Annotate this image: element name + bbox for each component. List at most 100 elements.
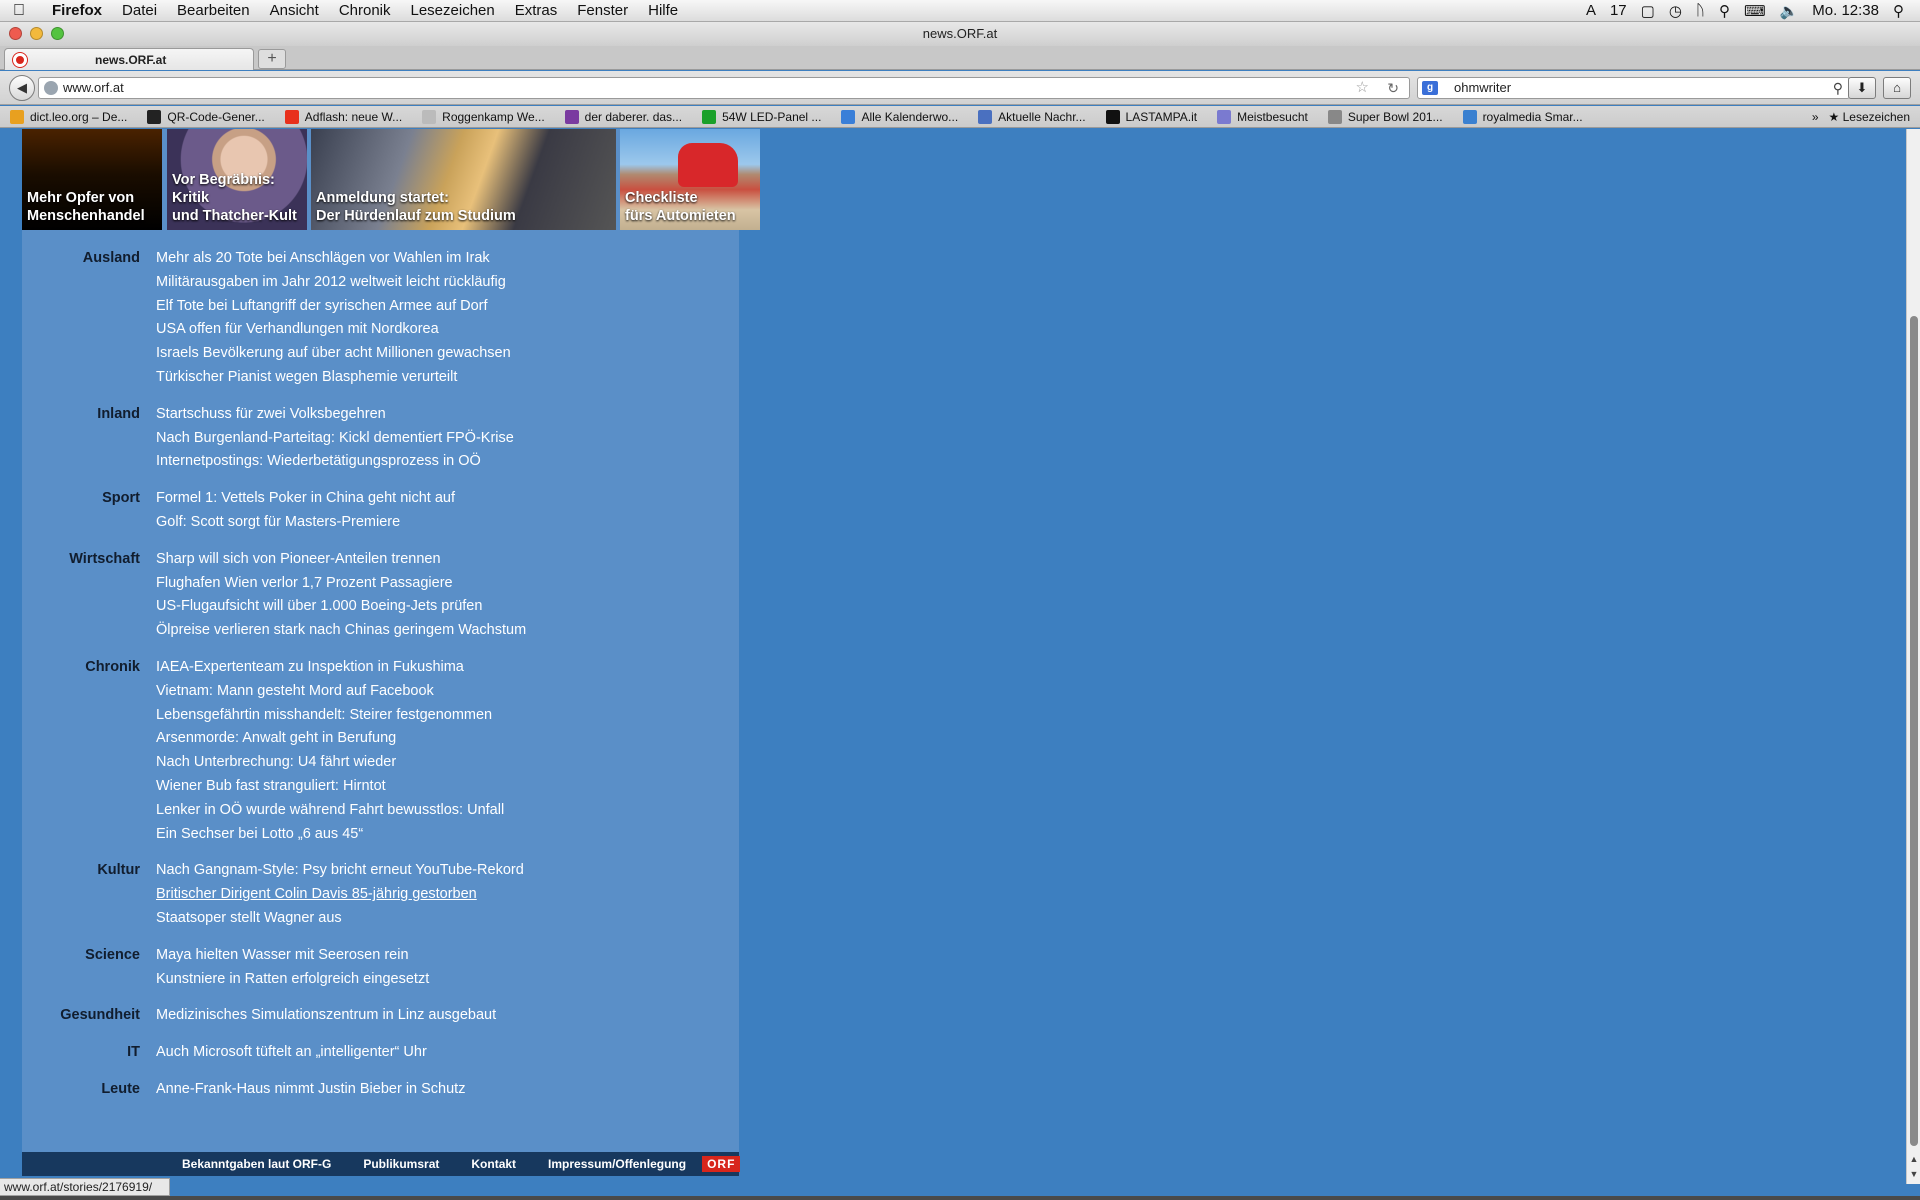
headline-link[interactable]: Staatsoper stellt Wagner aus [156, 907, 739, 931]
menu-fenster[interactable]: Fenster [567, 0, 638, 22]
close-window-button[interactable] [9, 27, 22, 40]
search-bar[interactable]: g ohmwriter ⚲ [1417, 77, 1850, 99]
adobe-icon[interactable]: A [1586, 2, 1596, 19]
bookmark-star-icon[interactable]: ☆ [1356, 78, 1369, 98]
section-label[interactable]: Kultur [22, 859, 156, 930]
headline-link[interactable]: IAEA-Expertenteam zu Inspektion in Fukus… [156, 656, 739, 680]
headline-link[interactable]: Britischer Dirigent Colin Davis 85-jähri… [156, 883, 739, 907]
search-icon[interactable]: ⚲ [1833, 78, 1843, 98]
headline-link[interactable]: Elf Tote bei Luftangriff der syrischen A… [156, 295, 739, 319]
bookmark-item[interactable]: Adflash: neue W... [275, 109, 412, 124]
bookmark-item[interactable]: der daberer. das... [555, 109, 692, 124]
bluetooth-icon[interactable]: ᚢ [1696, 2, 1705, 19]
headline-link[interactable]: Maya hielten Wasser mit Seerosen rein [156, 944, 739, 968]
headline-link[interactable]: Ein Sechser bei Lotto „6 aus 45“ [156, 823, 739, 847]
menu-hilfe[interactable]: Hilfe [638, 0, 688, 22]
headline-link[interactable]: Nach Gangnam-Style: Psy bricht erneut Yo… [156, 859, 739, 883]
footer-link-impressum[interactable]: Impressum/Offenlegung [532, 1157, 702, 1171]
section-label[interactable]: Gesundheit [22, 1004, 156, 1028]
headline-link[interactable]: Israels Bevölkerung auf über acht Millio… [156, 342, 739, 366]
section-label[interactable]: Leute [22, 1078, 156, 1102]
section-label[interactable]: Science [22, 944, 156, 992]
bookmark-item[interactable]: Aktuelle Nachr... [968, 109, 1095, 124]
vertical-scrollbar[interactable]: ▲ ▼ [1906, 129, 1920, 1184]
headline-link[interactable]: Nach Burgenland-Parteitag: Kickl dementi… [156, 427, 739, 451]
bookmark-item[interactable]: LASTAMPA.it [1096, 109, 1208, 124]
url-bar[interactable]: www.orf.at ☆ ↻ [38, 77, 1410, 99]
scroll-down-arrow-icon[interactable]: ▼ [1908, 1169, 1920, 1183]
reload-icon[interactable]: ↻ [1387, 78, 1399, 98]
headline-link[interactable]: Türkischer Pianist wegen Blasphemie veru… [156, 366, 739, 390]
back-button[interactable]: ◀ [9, 75, 35, 101]
home-button[interactable]: ⌂ [1883, 77, 1911, 99]
site-identity-icon[interactable] [44, 81, 58, 95]
search-input[interactable]: ohmwriter [1454, 80, 1511, 95]
bookmark-item[interactable]: dict.leo.org – De... [0, 109, 137, 124]
headline-link[interactable]: Golf: Scott sorgt für Masters-Premiere [156, 511, 739, 535]
teaser-thatcher[interactable]: Vor Begräbnis: Kritik und Thatcher-Kult [167, 129, 307, 230]
headline-link[interactable]: Vietnam: Mann gesteht Mord auf Facebook [156, 680, 739, 704]
headline-link[interactable]: Ölpreise verlieren stark nach Chinas ger… [156, 619, 739, 643]
bookmark-item[interactable]: Super Bowl 201... [1318, 109, 1453, 124]
footer-link-publikumsrat[interactable]: Publikumsrat [347, 1157, 455, 1171]
tab-news-orf[interactable]: news.ORF.at [4, 48, 254, 70]
menu-datei[interactable]: Datei [112, 0, 167, 22]
apple-icon[interactable]:  [0, 2, 38, 20]
menu-app-firefox[interactable]: Firefox [38, 0, 112, 22]
headline-link[interactable]: Kunstniere in Ratten erfolgreich eingese… [156, 968, 739, 992]
time-machine-icon[interactable]: ◷ [1669, 2, 1682, 20]
bookmark-item[interactable]: 54W LED-Panel ... [692, 109, 831, 124]
headline-link[interactable]: Auch Microsoft tüftelt an „intelligenter… [156, 1041, 739, 1065]
section-label[interactable]: Ausland [22, 247, 156, 390]
downloads-button[interactable]: ⬇ [1848, 77, 1876, 99]
scrollbar-thumb[interactable] [1910, 316, 1918, 1146]
headline-link[interactable]: Medizinisches Simulationszentrum in Linz… [156, 1004, 739, 1028]
wifi-icon[interactable]: ⚲ [1719, 2, 1730, 20]
minimize-window-button[interactable] [30, 27, 43, 40]
headline-link[interactable]: Mehr als 20 Tote bei Anschlägen vor Wahl… [156, 247, 739, 271]
bookmarks-folder-button[interactable]: ★ Lesezeichen [1829, 110, 1911, 124]
section-label[interactable]: IT [22, 1041, 156, 1065]
headline-link[interactable]: US-Flugaufsicht will über 1.000 Boeing-J… [156, 595, 739, 619]
headline-link[interactable]: Anne-Frank-Haus nimmt Justin Bieber in S… [156, 1078, 739, 1102]
bookmark-item[interactable]: Alle Kalenderwo... [831, 109, 968, 124]
headline-link[interactable]: Internetpostings: Wiederbetätigungsproze… [156, 450, 739, 474]
headline-link[interactable]: Sharp will sich von Pioneer-Anteilen tre… [156, 548, 739, 572]
bookmark-item[interactable]: royalmedia Smar... [1453, 109, 1593, 124]
headline-link[interactable]: Formel 1: Vettels Poker in China geht ni… [156, 487, 739, 511]
section-label[interactable]: Inland [22, 403, 156, 474]
spotlight-icon[interactable]: ⚲ [1893, 2, 1904, 20]
bookmark-item[interactable]: Roggenkamp We... [412, 109, 555, 124]
headline-link[interactable]: Lebensgefährtin misshandelt: Steirer fes… [156, 704, 739, 728]
headline-link[interactable]: Nach Unterbrechung: U4 fährt wieder [156, 751, 739, 775]
bookmark-item[interactable]: QR-Code-Gener... [137, 109, 274, 124]
new-tab-button[interactable]: + [258, 49, 286, 69]
menu-lesezeichen[interactable]: Lesezeichen [401, 0, 505, 22]
headline-link[interactable]: Wiener Bub fast stranguliert: Hirntot [156, 775, 739, 799]
clock[interactable]: Mo. 12:38 [1812, 2, 1879, 19]
zoom-window-button[interactable] [51, 27, 64, 40]
menu-bearbeiten[interactable]: Bearbeiten [167, 0, 260, 22]
menu-chronik[interactable]: Chronik [329, 0, 401, 22]
volume-icon[interactable]: 🔈 [1780, 2, 1799, 20]
headline-link[interactable]: Flughafen Wien verlor 1,7 Prozent Passag… [156, 572, 739, 596]
headline-link[interactable]: USA offen für Verhandlungen mit Nordkore… [156, 318, 739, 342]
section-label[interactable]: Sport [22, 487, 156, 535]
section-label[interactable]: Chronik [22, 656, 156, 846]
display-icon[interactable]: ▢ [1641, 2, 1655, 20]
scroll-up-arrow-icon[interactable]: ▲ [1908, 1154, 1920, 1168]
menu-extras[interactable]: Extras [505, 0, 568, 22]
headline-link[interactable]: Lenker in OÖ wurde während Fahrt bewusst… [156, 799, 739, 823]
footer-link-kontakt[interactable]: Kontakt [455, 1157, 532, 1171]
section-label[interactable]: Wirtschaft [22, 548, 156, 643]
bookmarks-overflow-button[interactable]: » [1812, 110, 1819, 124]
bookmark-item[interactable]: Meistbesucht [1207, 109, 1318, 124]
teaser-automieten[interactable]: Checkliste fürs Automieten [620, 129, 760, 230]
orf-logo[interactable]: ORF [702, 1156, 741, 1172]
headline-link[interactable]: Arsenmorde: Anwalt geht in Berufung [156, 727, 739, 751]
teaser-menschenhandel[interactable]: Mehr Opfer von Menschenhandel [22, 129, 162, 230]
google-engine-icon[interactable]: g [1422, 81, 1438, 95]
keyboard-icon[interactable]: ⌨ [1744, 2, 1766, 20]
teaser-studium[interactable]: Anmeldung startet: Der Hürdenlauf zum St… [311, 129, 616, 230]
headline-link[interactable]: Militärausgaben im Jahr 2012 weltweit le… [156, 271, 739, 295]
